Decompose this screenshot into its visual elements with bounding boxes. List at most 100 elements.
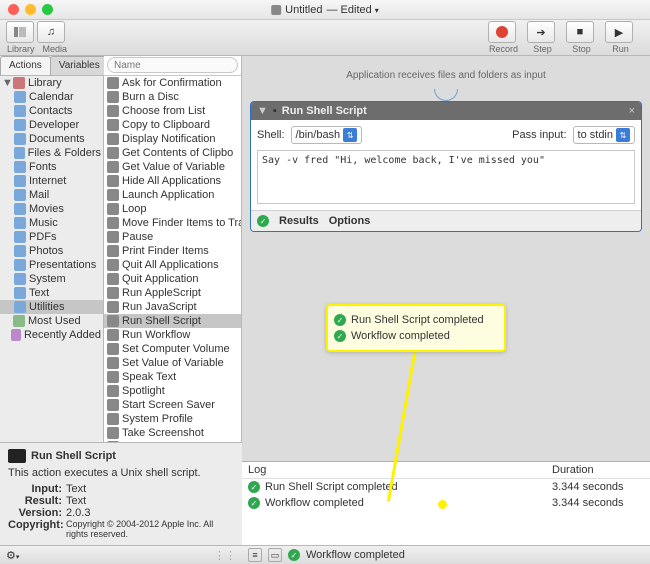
action-icon (107, 343, 119, 355)
action-list-item[interactable]: Print Finder Items (104, 244, 241, 258)
action-list-item[interactable]: Run Workflow (104, 328, 241, 342)
library-item[interactable]: Photos (0, 244, 103, 258)
action-list-item[interactable]: Get Contents of Clipbo (104, 146, 241, 160)
run-shell-script-action[interactable]: ▼ ▪ Run Shell Script × Shell: /bin/bash⇅… (250, 101, 642, 232)
library-item[interactable]: Utilities (0, 300, 103, 314)
minimize-window-button[interactable] (25, 4, 36, 15)
completion-callout: ✓Run Shell Script completed ✓Workflow co… (326, 304, 506, 352)
results-button[interactable]: Results (279, 215, 319, 227)
action-icon (107, 175, 119, 187)
library-item[interactable]: Developer (0, 118, 103, 132)
library-item[interactable]: Fonts (0, 160, 103, 174)
action-list-item[interactable]: Set Computer Volume (104, 342, 241, 356)
library-item[interactable]: Contacts (0, 104, 103, 118)
media-toolbar-button[interactable]: ♫ (37, 21, 65, 43)
action-info-pane: Run Shell Script This action executes a … (0, 442, 242, 545)
variables-tab[interactable]: Variables (50, 56, 109, 75)
library-item[interactable]: Music (0, 216, 103, 230)
status-bar: ⚙▾ ⋮⋮ ≡ ▭ ✓ Workflow completed (0, 545, 650, 564)
library-root[interactable]: ▼Library (0, 76, 103, 90)
library-item[interactable]: Text (0, 286, 103, 300)
action-list-item[interactable]: Burn a Disc (104, 90, 241, 104)
action-icon (107, 273, 119, 285)
library-toolbar-button[interactable] (6, 21, 34, 43)
action-list-item[interactable]: Hide All Applications (104, 174, 241, 188)
library-item[interactable]: Documents (0, 132, 103, 146)
run-button[interactable]: ▶ (605, 21, 633, 43)
script-textarea[interactable]: Say -v fred "Hi, welcome back, I've miss… (257, 150, 635, 204)
check-icon: ✓ (334, 330, 346, 342)
action-list-item[interactable]: Set Value of Variable (104, 356, 241, 370)
library-item[interactable]: Movies (0, 202, 103, 216)
library-item[interactable]: Internet (0, 174, 103, 188)
gear-icon[interactable]: ⚙▾ (6, 549, 19, 562)
stop-icon: ■ (577, 26, 584, 38)
search-input[interactable] (107, 57, 238, 73)
actions-tab[interactable]: Actions (0, 56, 51, 75)
close-action-button[interactable]: × (629, 105, 635, 117)
action-list-item[interactable]: Run JavaScript (104, 300, 241, 314)
record-button[interactable] (488, 21, 516, 43)
zoom-window-button[interactable] (42, 4, 53, 15)
library-item[interactable]: Presentations (0, 258, 103, 272)
action-icon (107, 399, 119, 411)
options-button[interactable]: Options (329, 215, 371, 227)
check-icon: ✓ (288, 549, 300, 561)
action-list-item[interactable]: Speak Text (104, 370, 241, 384)
window-title: Untitled — Edited ▾ (271, 4, 379, 16)
log-row[interactable]: ✓Run Shell Script completed3.344 seconds (242, 479, 650, 495)
status-message: Workflow completed (306, 549, 405, 561)
library-item[interactable]: PDFs (0, 230, 103, 244)
action-list-item[interactable]: Launch Application (104, 188, 241, 202)
most-used[interactable]: Most Used (0, 314, 103, 328)
action-icon (107, 147, 119, 159)
chevron-updown-icon: ⇅ (343, 128, 357, 142)
pass-input-select[interactable]: to stdin⇅ (573, 126, 635, 144)
document-proxy-icon[interactable] (271, 5, 281, 15)
edited-indicator: — Edited ▾ (326, 4, 378, 16)
terminal-icon: ▪ (273, 105, 277, 117)
check-icon: ✓ (257, 215, 269, 227)
action-icon (107, 231, 119, 243)
action-list-item[interactable]: Loop (104, 202, 241, 216)
action-list-item[interactable]: Get Value of Variable (104, 160, 241, 174)
action-list-item[interactable]: Quit All Applications (104, 258, 241, 272)
action-list-item[interactable]: Copy to Clipboard (104, 118, 241, 132)
action-list-item[interactable]: Run AppleScript (104, 286, 241, 300)
workflow-canvas[interactable]: Application receives files and folders a… (242, 56, 650, 545)
action-icon (107, 301, 119, 313)
library-item[interactable]: Calendar (0, 90, 103, 104)
action-list-item[interactable]: Start Screen Saver (104, 398, 241, 412)
step-button[interactable]: ➔ (527, 21, 555, 43)
action-list-item[interactable]: System Profile (104, 412, 241, 426)
action-list-item[interactable]: Pause (104, 230, 241, 244)
action-list-item[interactable]: Move Finder Items to Trash (104, 216, 241, 230)
titlebar: Untitled — Edited ▾ (0, 0, 650, 20)
close-window-button[interactable] (8, 4, 19, 15)
action-icon (107, 371, 119, 383)
action-icon (107, 161, 119, 173)
chevron-updown-icon: ⇅ (616, 128, 630, 142)
action-list-item[interactable]: Spotlight (104, 384, 241, 398)
action-icon (107, 385, 119, 397)
view-log-button[interactable]: ≡ (248, 548, 262, 562)
action-list-item[interactable]: Run Shell Script (104, 314, 241, 328)
action-icon (107, 203, 119, 215)
action-list-item[interactable]: Take Screenshot (104, 426, 241, 440)
stop-button[interactable]: ■ (566, 21, 594, 43)
shell-select[interactable]: /bin/bash⇅ (291, 126, 363, 144)
action-list-item[interactable]: Choose from List (104, 104, 241, 118)
recently-added[interactable]: Recently Added (0, 328, 103, 342)
action-list-item[interactable]: Ask for Confirmation (104, 76, 241, 90)
library-item[interactable]: Mail (0, 188, 103, 202)
step-icon: ➔ (536, 26, 545, 39)
disclosure-triangle-icon[interactable]: ▼ (257, 105, 268, 117)
check-icon: ✓ (248, 497, 260, 509)
view-steps-button[interactable]: ▭ (268, 548, 282, 562)
library-item[interactable]: System (0, 272, 103, 286)
resize-grip-icon[interactable]: ⋮⋮ (214, 549, 236, 562)
library-item[interactable]: Files & Folders (0, 146, 103, 160)
action-list-item[interactable]: Quit Application (104, 272, 241, 286)
action-list-item[interactable]: Display Notification (104, 132, 241, 146)
check-icon: ✓ (248, 481, 260, 493)
